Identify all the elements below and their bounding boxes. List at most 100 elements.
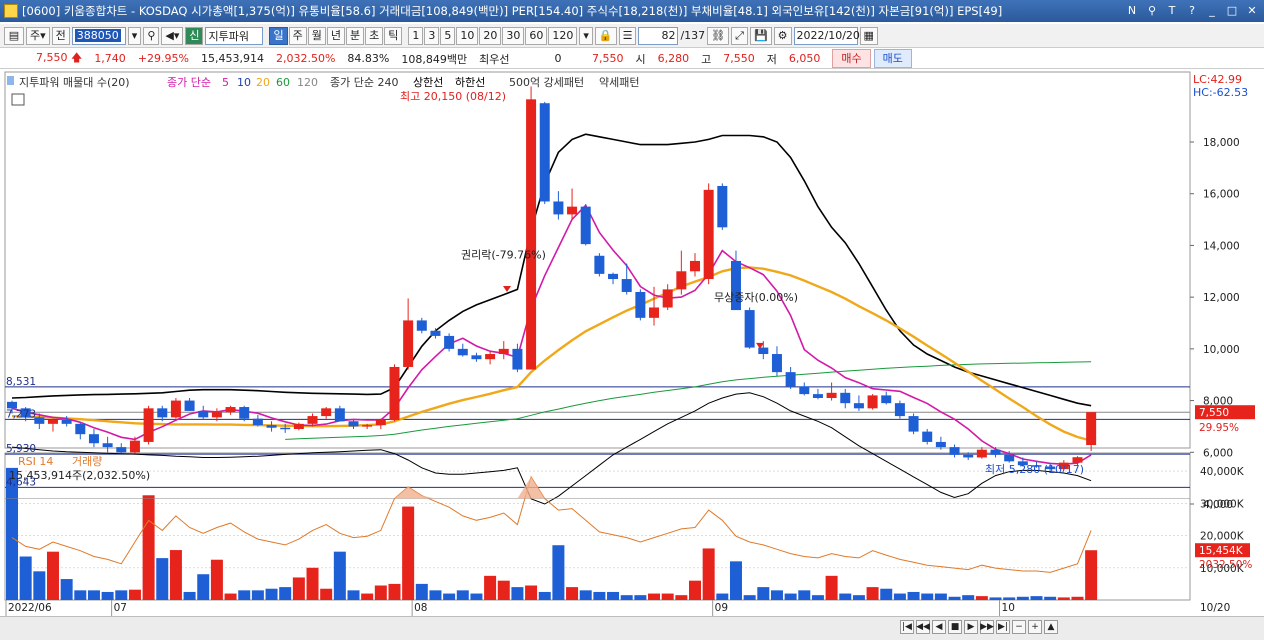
- volume-bar-69: [948, 596, 961, 600]
- candle-body-5: [75, 423, 86, 435]
- interval-button-6[interactable]: 60: [525, 26, 548, 45]
- nav-button-9[interactable]: ▲: [1044, 620, 1058, 634]
- window-button-5[interactable]: □: [1224, 2, 1240, 18]
- x-label-0: 2022/06: [8, 602, 52, 614]
- volume-bar-71: [975, 596, 988, 600]
- candle-body-71: [976, 449, 987, 458]
- volume-bar-26: [361, 593, 374, 600]
- chart-type-icon[interactable]: ▤: [4, 26, 24, 45]
- volume-bar-39: [538, 591, 551, 600]
- period-button-5[interactable]: 초: [365, 26, 384, 45]
- current-price-value: 7,550: [36, 51, 68, 64]
- y-tick-1: 16,000: [1203, 189, 1240, 201]
- interval-button-3[interactable]: 10: [456, 26, 479, 45]
- candle-body-78: [1072, 457, 1083, 463]
- period-button-2[interactable]: 월: [307, 26, 326, 45]
- volume-bar-53: [729, 561, 742, 600]
- nav-button-2[interactable]: ◀: [932, 620, 946, 634]
- page-number-field[interactable]: 82: [638, 26, 679, 45]
- interval-button-4[interactable]: 20: [479, 26, 502, 45]
- window-button-4[interactable]: _: [1204, 2, 1220, 18]
- search-icon[interactable]: ⚲: [143, 26, 160, 45]
- open-label: 시: [635, 52, 646, 66]
- window-button-6[interactable]: ✕: [1244, 2, 1260, 18]
- volume-bar-79: [1085, 550, 1098, 600]
- volume-bar-50: [689, 580, 701, 600]
- new-button[interactable]: 신: [185, 26, 204, 45]
- code-dropdown-button[interactable]: ▾: [127, 26, 142, 45]
- volume-bar-57: [784, 593, 797, 600]
- window-button-3[interactable]: ?: [1184, 2, 1200, 18]
- interval-button-2[interactable]: 5: [440, 26, 456, 45]
- volume-bar-15: [210, 559, 223, 600]
- app-icon: [4, 4, 18, 18]
- stock-code-input[interactable]: 388050: [71, 26, 126, 45]
- speaker-icon[interactable]: ◀▾: [161, 26, 184, 45]
- candle-body-4: [61, 419, 72, 424]
- lock-icon[interactable]: 🔒: [594, 26, 617, 45]
- candle-body-37: [512, 348, 523, 370]
- volume-bar-1: [19, 556, 32, 600]
- volume-bar-63: [866, 587, 879, 600]
- gear-icon[interactable]: ⚙: [773, 26, 792, 45]
- volume-bar-47: [648, 593, 661, 600]
- link-icon[interactable]: ⛓: [707, 26, 730, 45]
- nav-button-4[interactable]: ▶: [964, 620, 978, 634]
- prev-button[interactable]: 전: [51, 26, 70, 45]
- candle-body-57: [785, 372, 796, 387]
- legend-p500: 500억 강세패턴: [509, 76, 584, 89]
- nav-button-3[interactable]: ■: [948, 620, 962, 634]
- amount-value: 108,849백만: [401, 52, 468, 66]
- candle-body-6: [88, 434, 99, 444]
- interval-button-5[interactable]: 30: [502, 26, 525, 45]
- volume-bar-45: [620, 595, 633, 600]
- candle-body-67: [922, 431, 933, 442]
- volume-bar-60: [825, 575, 838, 600]
- save-icon[interactable]: 💾: [749, 26, 772, 45]
- nav-button-7[interactable]: −: [1012, 620, 1026, 634]
- window-button-1[interactable]: ⚲: [1144, 2, 1160, 18]
- volume-bar-5: [74, 590, 87, 600]
- buy-button[interactable]: 매수: [832, 49, 871, 68]
- stock-name-field: 지투파워: [205, 26, 264, 45]
- period-button-1[interactable]: 주: [288, 26, 307, 45]
- candle-body-15: [211, 412, 222, 418]
- vol-tick-0: 40,000K: [1200, 466, 1245, 478]
- nav-button-6[interactable]: ▶|: [996, 620, 1010, 634]
- candle-body-61: [840, 392, 851, 404]
- period-button-0[interactable]: 일: [269, 26, 288, 45]
- legend-ma120: 120: [297, 76, 318, 89]
- volume-bar-40: [552, 545, 565, 600]
- volume-bar-21: [292, 577, 305, 600]
- nav-button-8[interactable]: +: [1028, 620, 1042, 634]
- interval-button-1[interactable]: 3: [424, 26, 440, 45]
- candle-body-23: [321, 408, 332, 417]
- volume-bar-13: [183, 591, 196, 600]
- interval-button-7[interactable]: 120: [548, 26, 578, 45]
- chart-pattern-icon[interactable]: ⤢: [731, 26, 748, 45]
- period-button-6[interactable]: 틱: [384, 26, 403, 45]
- nav-button-5[interactable]: ▶▶: [980, 620, 994, 634]
- volume-bar-25: [347, 590, 360, 600]
- vol-tick-1: 30,000K: [1200, 498, 1245, 510]
- date-field[interactable]: 2022/10/20: [793, 26, 860, 45]
- sell-button[interactable]: 매도: [873, 49, 912, 68]
- list-icon[interactable]: ☰: [618, 26, 637, 45]
- volume-bar-16: [224, 593, 237, 600]
- vol-tag: 15,454K: [1199, 545, 1244, 557]
- calendar-icon[interactable]: ▦: [859, 26, 878, 45]
- period-type-select[interactable]: 주 ▾: [26, 26, 50, 45]
- interval-button-0[interactable]: 1: [408, 26, 424, 45]
- annotation-low: 최저 5,280 (10/17): [985, 463, 1084, 476]
- stock-chart[interactable]: 18,00016,00014,00012,00010,0008,0006,000…: [0, 70, 1264, 616]
- candle-body-46: [635, 291, 646, 318]
- interval-dropdown-button[interactable]: ▾: [579, 26, 593, 45]
- high-label: 고: [701, 52, 712, 66]
- candle-body-28: [389, 366, 400, 420]
- window-button-0[interactable]: N: [1124, 2, 1140, 18]
- period-button-3[interactable]: 년: [326, 26, 345, 45]
- period-button-4[interactable]: 분: [345, 26, 365, 45]
- window-button-2[interactable]: T: [1164, 2, 1180, 18]
- nav-button-1[interactable]: ◀◀: [916, 620, 930, 634]
- nav-button-0[interactable]: |◀: [900, 620, 914, 634]
